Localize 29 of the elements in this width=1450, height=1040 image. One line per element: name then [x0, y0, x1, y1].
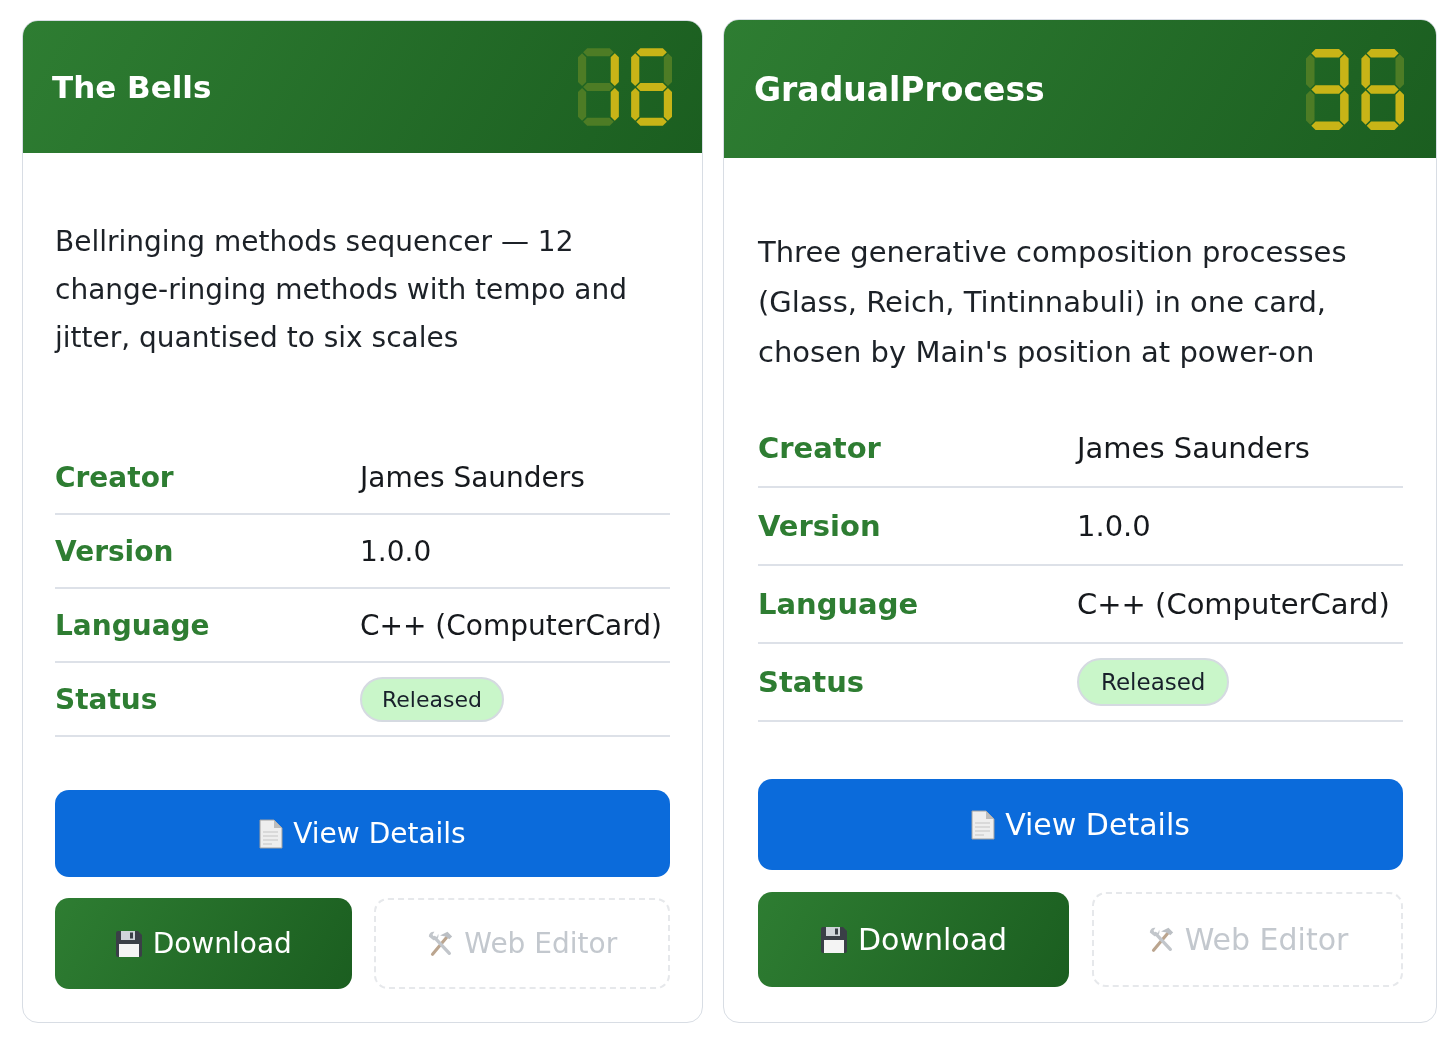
- detail-value: James Saunders: [360, 460, 585, 494]
- download-button[interactable]: Download: [55, 898, 352, 989]
- detail-label: Status: [55, 682, 158, 716]
- document-icon: [971, 809, 996, 840]
- hammer-and-wrench-icon: [426, 929, 455, 958]
- detail-label: Language: [55, 608, 210, 642]
- card-title: The Bells: [52, 69, 212, 105]
- detail-value: C++ (ComputerCard): [360, 608, 662, 642]
- detail-label: Version: [55, 534, 174, 568]
- view-details-button[interactable]: View Details: [55, 790, 670, 877]
- detail-label: Creator: [758, 431, 881, 465]
- download-button[interactable]: Download: [758, 892, 1069, 987]
- detail-label: Version: [758, 509, 881, 543]
- card-title: GradualProcess: [754, 69, 1045, 109]
- detail-label: Status: [758, 665, 865, 699]
- status-badge: Released: [360, 676, 504, 722]
- detail-value: 1.0.0: [1077, 509, 1151, 543]
- detail-value: James Saunders: [1077, 431, 1310, 465]
- detail-label: Creator: [55, 460, 174, 494]
- document-icon: [259, 818, 284, 849]
- card-description: Three generative composition processes (Glass, Reich, Tintinnabuli) in one card, chosen by Main's position at power-on: [758, 234, 1348, 371]
- detail-value: 1.0.0: [360, 534, 432, 568]
- seven-segment-display-icon: [578, 48, 672, 126]
- status-badge: Released: [1077, 658, 1230, 706]
- view-details-button[interactable]: View Details: [758, 779, 1403, 870]
- card-description: Bellringing methods sequencer — 12 change-ringing methods with tempo and jitter, quantised to six scales: [55, 224, 629, 356]
- detail-label: Language: [758, 587, 919, 621]
- seven-segment-display-icon: [1306, 48, 1404, 130]
- detail-value: C++ (ComputerCard): [1077, 587, 1390, 621]
